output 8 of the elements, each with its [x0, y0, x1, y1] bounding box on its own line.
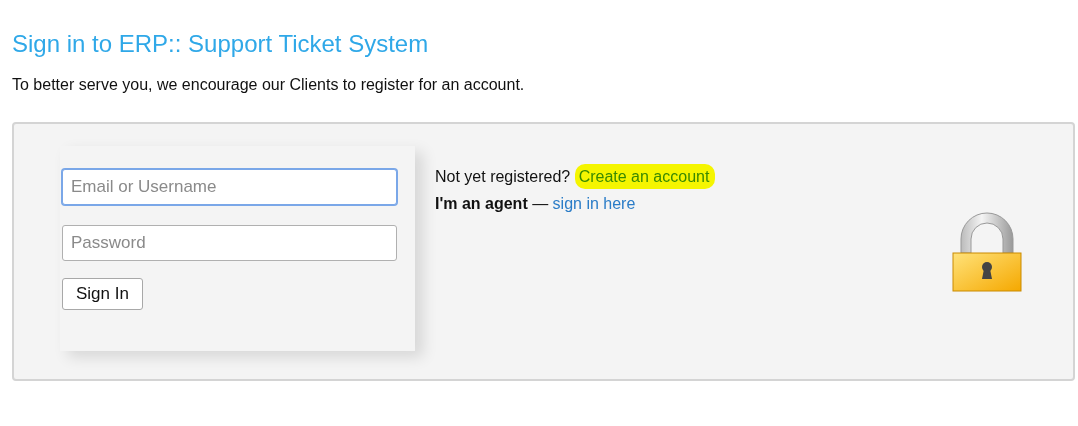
sign-in-button[interactable]: Sign In: [62, 278, 143, 310]
intro-text: To better serve you, we encourage our Clients to register for an account.: [12, 76, 526, 94]
input-field[interactable]: Email or Username: [62, 169, 397, 205]
register-text: I'm an agent — sign in here: [435, 195, 637, 213]
register-link[interactable]: sign in here: [552, 195, 636, 212]
page-title: Sign in to ERP:: Support Ticket System: [12, 30, 430, 58]
input-field[interactable]: Password: [62, 225, 397, 261]
register-link[interactable]: Create an account: [574, 164, 716, 189]
